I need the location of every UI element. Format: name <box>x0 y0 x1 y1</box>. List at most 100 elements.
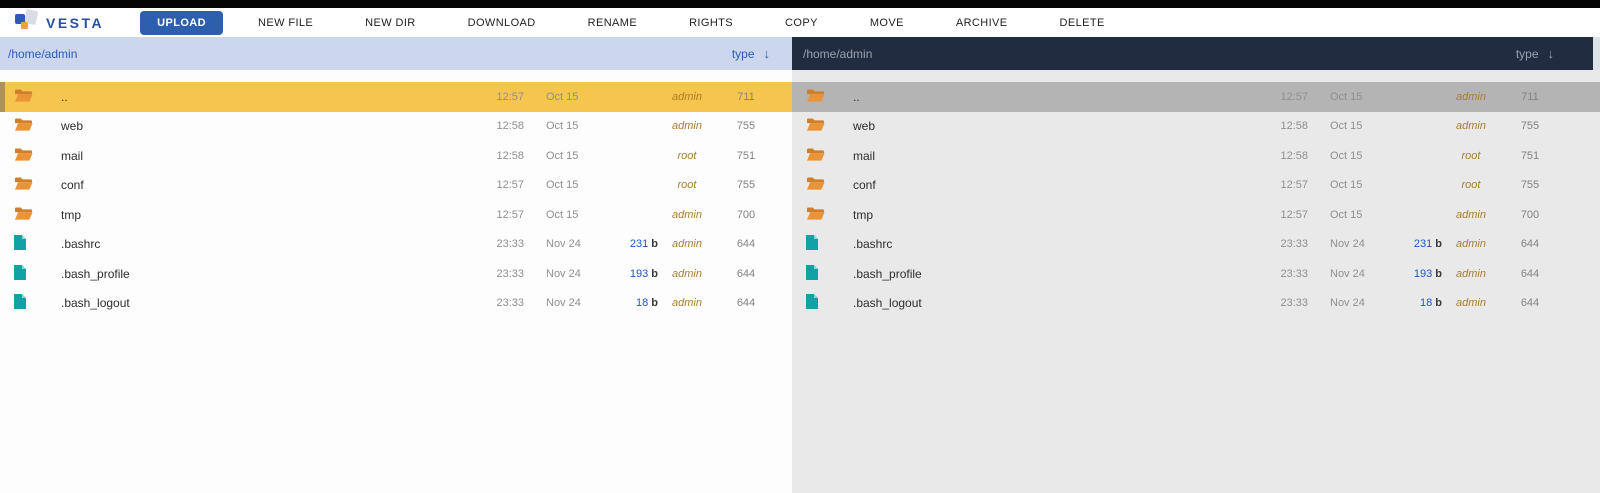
file-owner: admin <box>672 120 702 133</box>
file-name: tmp <box>853 207 874 222</box>
file-row[interactable]: .bash_profile 23:33 Nov 24 193 b admin 64… <box>0 259 792 289</box>
file-row[interactable]: conf 12:57 Oct 15 root 755 <box>792 171 1600 201</box>
vesta-logo[interactable]: VESTA <box>14 9 104 36</box>
file-time: 23:33 <box>1280 297 1308 310</box>
folder-icon <box>806 206 825 224</box>
file-date: Oct 15 <box>1330 90 1363 103</box>
file-owner: admin <box>672 90 702 103</box>
rename-button[interactable]: RENAME <box>562 12 663 34</box>
file-date: Nov 24 <box>546 297 581 310</box>
file-icon <box>806 235 818 253</box>
sort-by-type-control[interactable]: type ↓ <box>732 46 770 61</box>
file-owner: admin <box>672 267 702 280</box>
file-time: 23:33 <box>496 297 524 310</box>
file-owner: admin <box>1456 297 1486 310</box>
file-name: .. <box>61 89 68 104</box>
file-time: 12:57 <box>1280 179 1308 192</box>
download-button[interactable]: DOWNLOAD <box>442 12 562 34</box>
file-icon <box>14 294 26 312</box>
left-file-list: .. 12:57 Oct 15 admin 711 web 12:58 Oct … <box>0 70 792 493</box>
file-name: .bash_logout <box>853 296 922 311</box>
folder-icon <box>806 117 825 135</box>
sort-label: type <box>1515 46 1539 61</box>
file-date: Oct 15 <box>546 208 579 221</box>
file-date: Nov 24 <box>546 267 581 280</box>
file-name: .bash_profile <box>61 266 130 281</box>
file-name: conf <box>61 178 84 193</box>
current-path: /home/admin <box>8 46 78 61</box>
sort-direction-down-icon: ↓ <box>1547 46 1555 61</box>
file-owner: admin <box>1456 267 1486 280</box>
scrollbar[interactable] <box>1593 37 1600 70</box>
file-row[interactable]: .bash_logout 23:33 Nov 24 18 b admin 644 <box>0 289 792 319</box>
new-dir-button[interactable]: NEW DIR <box>339 12 441 34</box>
sort-by-type-control[interactable]: type ↓ <box>1516 46 1554 61</box>
file-row[interactable]: .bash_logout 23:33 Nov 24 18 b admin 644 <box>792 289 1600 319</box>
folder-icon <box>806 176 825 194</box>
file-time: 12:57 <box>1280 90 1308 103</box>
file-row[interactable]: mail 12:58 Oct 15 root 751 <box>792 141 1600 171</box>
file-time: 23:33 <box>496 238 524 251</box>
file-permissions: 755 <box>1520 179 1540 192</box>
file-time: 12:57 <box>496 208 524 221</box>
file-row[interactable]: conf 12:57 Oct 15 root 755 <box>0 171 792 201</box>
file-row[interactable]: .bash_profile 23:33 Nov 24 193 b admin 64… <box>792 259 1600 289</box>
file-row[interactable]: tmp 12:57 Oct 15 admin 700 <box>0 200 792 230</box>
file-permissions: 700 <box>1520 208 1540 221</box>
file-size: 18 b <box>1420 297 1442 310</box>
file-time: 12:58 <box>1280 149 1308 162</box>
sort-direction-down-icon: ↓ <box>763 46 771 61</box>
file-icon <box>806 264 818 283</box>
file-time: 23:33 <box>1280 238 1308 251</box>
file-row[interactable]: tmp 12:57 Oct 15 admin 700 <box>792 200 1600 230</box>
file-owner: root <box>677 149 697 162</box>
file-time: 23:33 <box>1280 267 1308 280</box>
file-permissions: 751 <box>736 149 756 162</box>
file-row[interactable]: .bashrc 23:33 Nov 24 231 b admin 644 <box>792 230 1600 260</box>
file-size: 231 b <box>629 238 658 251</box>
file-manager-panes: /home/admin type ↓ .. 12:57 Oct 15 admin… <box>0 37 1600 493</box>
file-owner: admin <box>1456 90 1486 103</box>
file-icon <box>14 264 26 283</box>
file-owner: root <box>677 179 697 192</box>
file-name: web <box>853 119 876 134</box>
upload-button[interactable]: UPLOAD <box>140 10 223 35</box>
new-file-button[interactable]: NEW FILE <box>232 12 339 34</box>
file-owner: admin <box>1456 208 1486 221</box>
file-row[interactable]: .bashrc 23:33 Nov 24 231 b admin 644 <box>0 230 792 260</box>
folder-icon <box>14 88 33 106</box>
move-button[interactable]: MOVE <box>844 12 930 34</box>
file-time: 12:58 <box>496 120 524 133</box>
file-permissions: 644 <box>1520 267 1540 280</box>
vesta-logo-icon <box>14 9 39 36</box>
right-pane: /home/admin type ↓ .. 12:57 Oct 15 admin… <box>792 37 1600 493</box>
left-pane-header: /home/admin type ↓ <box>0 37 792 70</box>
file-row[interactable]: web 12:58 Oct 15 admin 755 <box>0 112 792 142</box>
folder-icon <box>806 88 825 106</box>
file-permissions: 711 <box>737 90 755 103</box>
file-size: 193 b <box>629 267 658 280</box>
file-owner: root <box>1461 149 1481 162</box>
file-permissions: 751 <box>1520 149 1540 162</box>
file-permissions: 711 <box>1521 90 1539 103</box>
file-time: 12:58 <box>496 149 524 162</box>
file-size: 193 b <box>1413 267 1442 280</box>
file-size: 231 b <box>1413 238 1442 251</box>
delete-button[interactable]: DELETE <box>1034 12 1131 34</box>
folder-icon <box>14 117 33 135</box>
file-row[interactable]: web 12:58 Oct 15 admin 755 <box>792 112 1600 142</box>
file-row[interactable]: .. 12:57 Oct 15 admin 711 <box>0 82 792 112</box>
file-row[interactable]: mail 12:58 Oct 15 root 751 <box>0 141 792 171</box>
file-date: Oct 15 <box>1330 120 1363 133</box>
folder-icon <box>806 147 825 165</box>
file-owner: admin <box>1456 120 1486 133</box>
file-date: Oct 15 <box>1330 208 1363 221</box>
rights-button[interactable]: RIGHTS <box>663 12 759 34</box>
file-permissions: 644 <box>1520 297 1540 310</box>
copy-button[interactable]: COPY <box>759 12 844 34</box>
file-permissions: 644 <box>736 267 756 280</box>
archive-button[interactable]: ARCHIVE <box>930 12 1034 34</box>
file-date: Oct 15 <box>1330 179 1363 192</box>
file-row[interactable]: .. 12:57 Oct 15 admin 711 <box>792 82 1600 112</box>
file-permissions: 755 <box>736 179 756 192</box>
